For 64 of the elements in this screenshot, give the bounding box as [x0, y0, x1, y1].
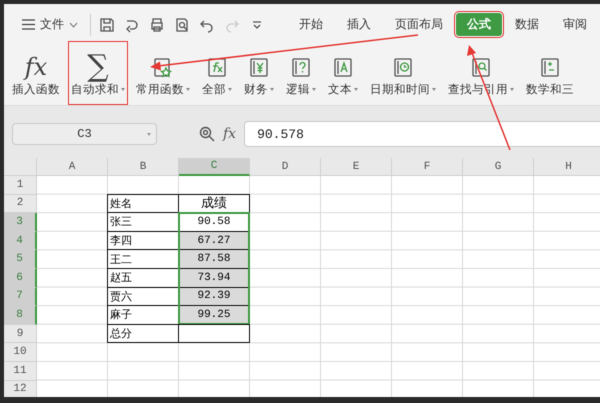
formula-book-icon[interactable]: [207, 56, 227, 78]
star-book-icon[interactable]: [153, 56, 173, 78]
row-header[interactable]: 3: [4, 213, 37, 232]
zoom-icon[interactable]: [199, 126, 215, 142]
ribbon-tab[interactable]: 审阅: [552, 13, 598, 36]
row-header[interactable]: 10: [4, 343, 37, 362]
row-header[interactable]: 7: [4, 288, 37, 306]
file-menu[interactable]: 文件: [18, 12, 82, 37]
ribbon-button[interactable]: 文本: [324, 41, 362, 105]
table-cell: 成绩: [178, 194, 250, 214]
ribbon-button[interactable]: 全部: [198, 41, 236, 105]
yen-book-icon[interactable]: [249, 56, 269, 78]
preview-icon[interactable]: [174, 16, 190, 32]
table-cell: 73.94: [178, 268, 250, 288]
ribbon-button[interactable]: 数学和三: [522, 41, 578, 105]
chevron-icon: [69, 22, 78, 28]
ribbon-button[interactable]: fx 插入函数: [8, 41, 64, 105]
print-icon[interactable]: [149, 16, 165, 32]
function-glyph: ∑: [87, 52, 109, 82]
function-glyph: fx: [24, 52, 48, 82]
row-header[interactable]: 6: [4, 268, 37, 288]
table-cell: 姓名: [107, 194, 179, 214]
table-cell: 90.58: [178, 212, 250, 232]
row-header[interactable]: 8: [4, 306, 37, 325]
column-header[interactable]: F: [392, 158, 463, 176]
math-book-icon[interactable]: [540, 56, 560, 78]
ribbon-tab[interactable]: 公式: [456, 13, 502, 36]
ribbon-tab[interactable]: 数据: [504, 13, 550, 36]
column-header[interactable]: H: [534, 158, 600, 176]
row-header[interactable]: 12: [4, 380, 37, 397]
ribbon-button[interactable]: 逻辑: [282, 41, 320, 105]
column-header[interactable]: C: [179, 158, 250, 176]
clock-book-icon[interactable]: [393, 56, 413, 78]
ribbon-button[interactable]: ∑ 自动求和: [68, 41, 128, 105]
menu-icon: [22, 19, 35, 30]
caret-icon: [147, 133, 151, 136]
ribbon-tab[interactable]: 开始: [288, 13, 334, 36]
ribbon-button[interactable]: 日期和时间: [366, 41, 440, 105]
row-header[interactable]: 1: [4, 176, 37, 195]
name-box[interactable]: C3: [12, 123, 157, 145]
table-cell: 87.58: [178, 249, 250, 269]
question-book-icon[interactable]: [291, 56, 311, 78]
row-header[interactable]: 2: [4, 194, 37, 214]
table-cell: 67.27: [178, 230, 250, 250]
table-cell: 92.39: [178, 286, 250, 306]
ribbon-button[interactable]: 财务: [240, 41, 278, 105]
column-header[interactable]: G: [463, 158, 534, 176]
row-header[interactable]: 5: [4, 250, 37, 269]
table-cell: 99.25: [178, 305, 250, 325]
column-header[interactable]: B: [108, 158, 179, 176]
ribbon-tab[interactable]: 插入: [336, 13, 382, 36]
column-header[interactable]: D: [250, 158, 321, 176]
save-icon[interactable]: [99, 16, 115, 32]
search-book-icon[interactable]: [471, 56, 491, 78]
row-header[interactable]: 4: [4, 232, 37, 250]
column-header[interactable]: E: [321, 158, 392, 176]
row-header[interactable]: 11: [4, 362, 37, 381]
formula-field[interactable]: 90.578: [244, 121, 600, 147]
column-header[interactable]: A: [37, 158, 108, 176]
letter-book-icon[interactable]: [333, 56, 353, 78]
row-header[interactable]: 9: [4, 324, 37, 344]
ribbon-tab[interactable]: 页面布局: [384, 13, 454, 36]
table-cell: 总分: [107, 324, 179, 344]
function-glyph[interactable]: fx: [223, 126, 236, 142]
